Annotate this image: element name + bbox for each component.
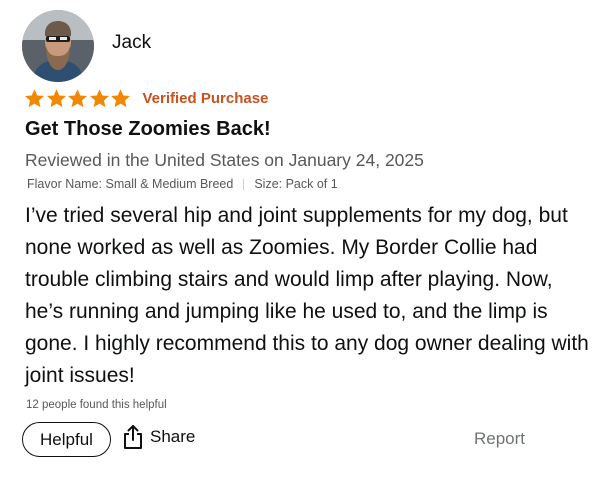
review-body: I’ve tried several hip and joint supplem…	[25, 204, 589, 387]
review-actions: Helpful Share Report	[22, 422, 542, 458]
report-link[interactable]: Report	[474, 429, 525, 449]
star-icon	[46, 88, 67, 109]
star-icon	[67, 88, 88, 109]
reviewer-name[interactable]: Jack	[112, 32, 151, 54]
helpful-count: 12 people found this helpful	[26, 399, 167, 411]
variant-info[interactable]: Flavor Name: Small & Medium Breed Size: …	[27, 177, 338, 191]
review-card: Jack Verified Purchase Get Those Zoomies…	[0, 0, 600, 500]
avatar[interactable]	[22, 10, 94, 82]
share-button[interactable]: Share	[122, 424, 195, 450]
star-icon	[110, 88, 131, 109]
share-label: Share	[150, 427, 196, 446]
star-rating[interactable]	[24, 88, 132, 109]
rating-row: Verified Purchase	[24, 88, 268, 109]
helpful-button[interactable]: Helpful	[22, 422, 111, 457]
reviewer-profile[interactable]: Jack	[22, 10, 151, 82]
variant-divider	[243, 178, 245, 190]
size-name: Size: Pack of 1	[254, 177, 338, 191]
share-icon	[122, 424, 144, 450]
star-icon	[24, 88, 45, 109]
flavor-name: Flavor Name: Small & Medium Breed	[27, 177, 234, 191]
review-date: Reviewed in the United States on January…	[25, 150, 424, 170]
review-title[interactable]: Get Those Zoomies Back!	[25, 118, 271, 141]
verified-purchase-badge[interactable]: Verified Purchase	[143, 90, 269, 107]
star-icon	[89, 88, 110, 109]
